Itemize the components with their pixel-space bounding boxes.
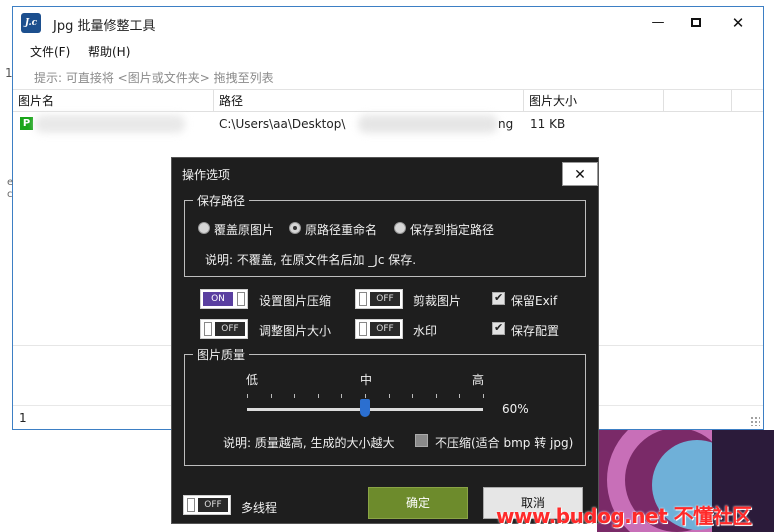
compress-label: 设置图片压缩 xyxy=(259,294,332,308)
slider-tick xyxy=(341,394,342,398)
slider-tick xyxy=(365,394,366,398)
watermark-label: 水印 xyxy=(413,324,438,338)
scale-mid-label: 中 xyxy=(360,373,373,387)
toggle-state: OFF xyxy=(370,292,400,306)
save-config-checkbox[interactable] xyxy=(492,321,505,335)
radio-label: 覆盖原图片 xyxy=(214,223,275,237)
slider-tick xyxy=(459,394,460,398)
multithread-toggle[interactable]: OFF xyxy=(183,495,231,515)
quality-group-title: 图片质量 xyxy=(193,346,250,363)
save-path-group: 保存路径 覆盖原图片 原路径重命名 保存到指定路径 说明: 不覆盖, 在原文件名… xyxy=(184,192,586,277)
scale-low-label: 低 xyxy=(246,373,259,387)
resize-toggle[interactable]: OFF xyxy=(200,319,248,339)
toggle-state: OFF xyxy=(198,498,228,512)
close-button[interactable]: ✕ xyxy=(723,11,753,35)
radio-overwrite[interactable]: 覆盖原图片 xyxy=(198,221,274,238)
toggle-knob xyxy=(187,498,195,512)
slider-tick xyxy=(318,394,319,398)
keep-exif-checkbox[interactable] xyxy=(492,291,505,305)
radio-label: 保存到指定路径 xyxy=(410,223,495,237)
quality-value: 60% xyxy=(502,402,529,416)
radio-rename[interactable]: 原路径重命名 xyxy=(289,221,377,238)
compress-toggle[interactable]: ON xyxy=(200,289,248,309)
quality-note: 说明: 质量越高, 生成的大小越大 xyxy=(223,436,395,450)
quality-slider-thumb[interactable] xyxy=(360,399,370,417)
maximize-icon xyxy=(691,18,701,27)
minimize-button[interactable]: — xyxy=(643,11,673,35)
image-file-icon: P xyxy=(20,117,33,130)
toggle-state: ON xyxy=(203,292,233,306)
radio-checked-icon xyxy=(289,222,301,234)
title-bar[interactable]: J.c Jpg 批量修整工具 — ✕ xyxy=(13,7,763,39)
drag-hint: 提示: 可直接将 <图片或文件夹> 拖拽至列表 xyxy=(34,71,274,85)
radio-custom-path[interactable]: 保存到指定路径 xyxy=(394,221,494,238)
radio-icon xyxy=(394,222,406,234)
toggle-state: OFF xyxy=(370,322,400,336)
quality-group: 图片质量 低 中 高 60% 说明: 质量越高, 生成的大小越大 不压缩(适合 … xyxy=(184,346,586,466)
menu-bar: 文件(F) 帮助(H) xyxy=(13,43,763,63)
table-row[interactable]: P C:\Users\aa\Desktop\ ng 11 KB xyxy=(13,113,763,135)
column-header-path[interactable]: 路径 xyxy=(214,90,524,112)
file-count: 1 xyxy=(19,411,27,425)
menu-help[interactable]: 帮助(H) xyxy=(88,43,130,60)
save-path-note: 说明: 不覆盖, 在原文件名后加 _Jc 保存. xyxy=(205,253,417,267)
column-header-empty[interactable] xyxy=(664,90,732,112)
watermark-toggle[interactable]: OFF xyxy=(355,319,403,339)
maximize-button[interactable] xyxy=(681,11,711,35)
column-header-size[interactable]: 图片大小 xyxy=(524,90,664,112)
no-compress-checkbox[interactable] xyxy=(415,434,428,447)
app-logo-icon: J.c xyxy=(21,13,41,33)
dialog-close-button[interactable]: ✕ xyxy=(562,162,598,186)
cell-path: C:\Users\aa\Desktop\ xyxy=(219,117,346,131)
slider-tick xyxy=(271,394,272,398)
radio-label: 原路径重命名 xyxy=(305,223,378,237)
save-path-group-title: 保存路径 xyxy=(193,192,250,209)
resize-grip-icon[interactable] xyxy=(750,416,760,426)
ok-button[interactable]: 确定 xyxy=(368,487,468,519)
window-title: Jpg 批量修整工具 xyxy=(53,19,156,34)
slider-tick xyxy=(483,394,484,398)
site-watermark: www.budog.net 不懂社区 xyxy=(496,504,752,528)
column-header-name[interactable]: 图片名 xyxy=(13,90,214,112)
cell-size: 11 KB xyxy=(530,117,566,131)
toggle-knob xyxy=(359,292,367,306)
no-compress-label: 不压缩(适合 bmp 转 jpg) xyxy=(435,436,574,450)
scale-high-label: 高 xyxy=(472,373,485,387)
menu-file[interactable]: 文件(F) xyxy=(30,43,70,60)
radio-icon xyxy=(198,222,210,234)
multithread-label: 多线程 xyxy=(241,501,278,515)
column-header-empty[interactable] xyxy=(732,90,763,112)
blurred-path-segment xyxy=(358,115,498,133)
save-config-label: 保存配置 xyxy=(511,324,560,338)
dialog-title: 操作选项 xyxy=(182,168,231,182)
toggle-knob xyxy=(237,292,245,306)
crop-label: 剪裁图片 xyxy=(413,294,462,308)
slider-tick xyxy=(389,394,390,398)
keep-exif-label: 保留Exif xyxy=(511,294,558,308)
cell-path-tail: ng xyxy=(498,117,514,131)
toggle-knob xyxy=(359,322,367,336)
blurred-file-name xyxy=(35,115,185,133)
left-edge-digit: 1 xyxy=(5,66,13,80)
slider-tick xyxy=(412,394,413,398)
toggle-knob xyxy=(204,322,212,336)
slider-tick xyxy=(436,394,437,398)
resize-label: 调整图片大小 xyxy=(259,324,332,338)
slider-tick xyxy=(294,394,295,398)
options-dialog: 操作选项 ✕ 保存路径 覆盖原图片 原路径重命名 保存到指定路径 说明: 不覆盖… xyxy=(171,157,599,524)
slider-tick xyxy=(247,394,248,398)
toggle-state: OFF xyxy=(215,322,245,336)
left-edge-marks: e c xyxy=(7,177,14,200)
crop-toggle[interactable]: OFF xyxy=(355,289,403,309)
